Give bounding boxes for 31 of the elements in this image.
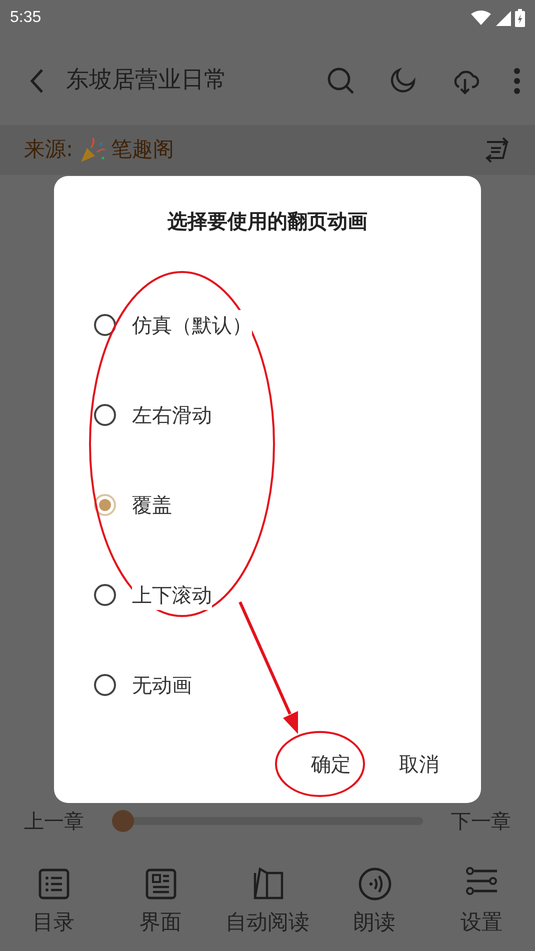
layout-icon <box>144 867 178 901</box>
party-popper-icon <box>79 136 108 164</box>
swap-source-icon[interactable] <box>483 136 511 164</box>
audio-icon <box>358 867 392 901</box>
nav-button[interactable]: 朗读 <box>321 865 428 940</box>
radio-button[interactable] <box>94 584 116 606</box>
radio-button[interactable] <box>94 674 116 696</box>
nav-button[interactable]: 界面 <box>107 865 214 940</box>
nav-button[interactable]: 设置 <box>428 865 535 940</box>
more-icon[interactable] <box>513 66 521 94</box>
list-icon <box>36 867 70 901</box>
book-title: 东坡居营业日常 <box>66 66 227 96</box>
search-icon[interactable] <box>327 66 355 94</box>
next-chapter-link[interactable]: 下一章 <box>451 806 511 836</box>
radio-button[interactable] <box>94 314 116 336</box>
radio-button[interactable] <box>94 404 116 426</box>
previous-chapter-link[interactable]: 上一章 <box>24 806 84 836</box>
wifi-icon <box>471 10 491 26</box>
dialog-title: 选择要使用的翻页动画 <box>166 208 368 235</box>
source-name[interactable]: 笔趣阁 <box>111 134 174 166</box>
moon-icon[interactable] <box>389 66 417 94</box>
signal-icon <box>495 10 511 26</box>
nav-button[interactable]: 自动阅读 <box>214 865 321 940</box>
slider-thumb[interactable] <box>112 810 134 832</box>
confirm-button[interactable]: 确定 <box>311 749 351 779</box>
source-label: 来源: <box>24 136 74 164</box>
status-time: 5:35 <box>10 8 42 28</box>
battery-icon <box>515 9 525 27</box>
nav-button[interactable]: 目录 <box>0 865 107 940</box>
progress-slider[interactable] <box>112 810 423 832</box>
cancel-button[interactable]: 取消 <box>399 749 439 779</box>
